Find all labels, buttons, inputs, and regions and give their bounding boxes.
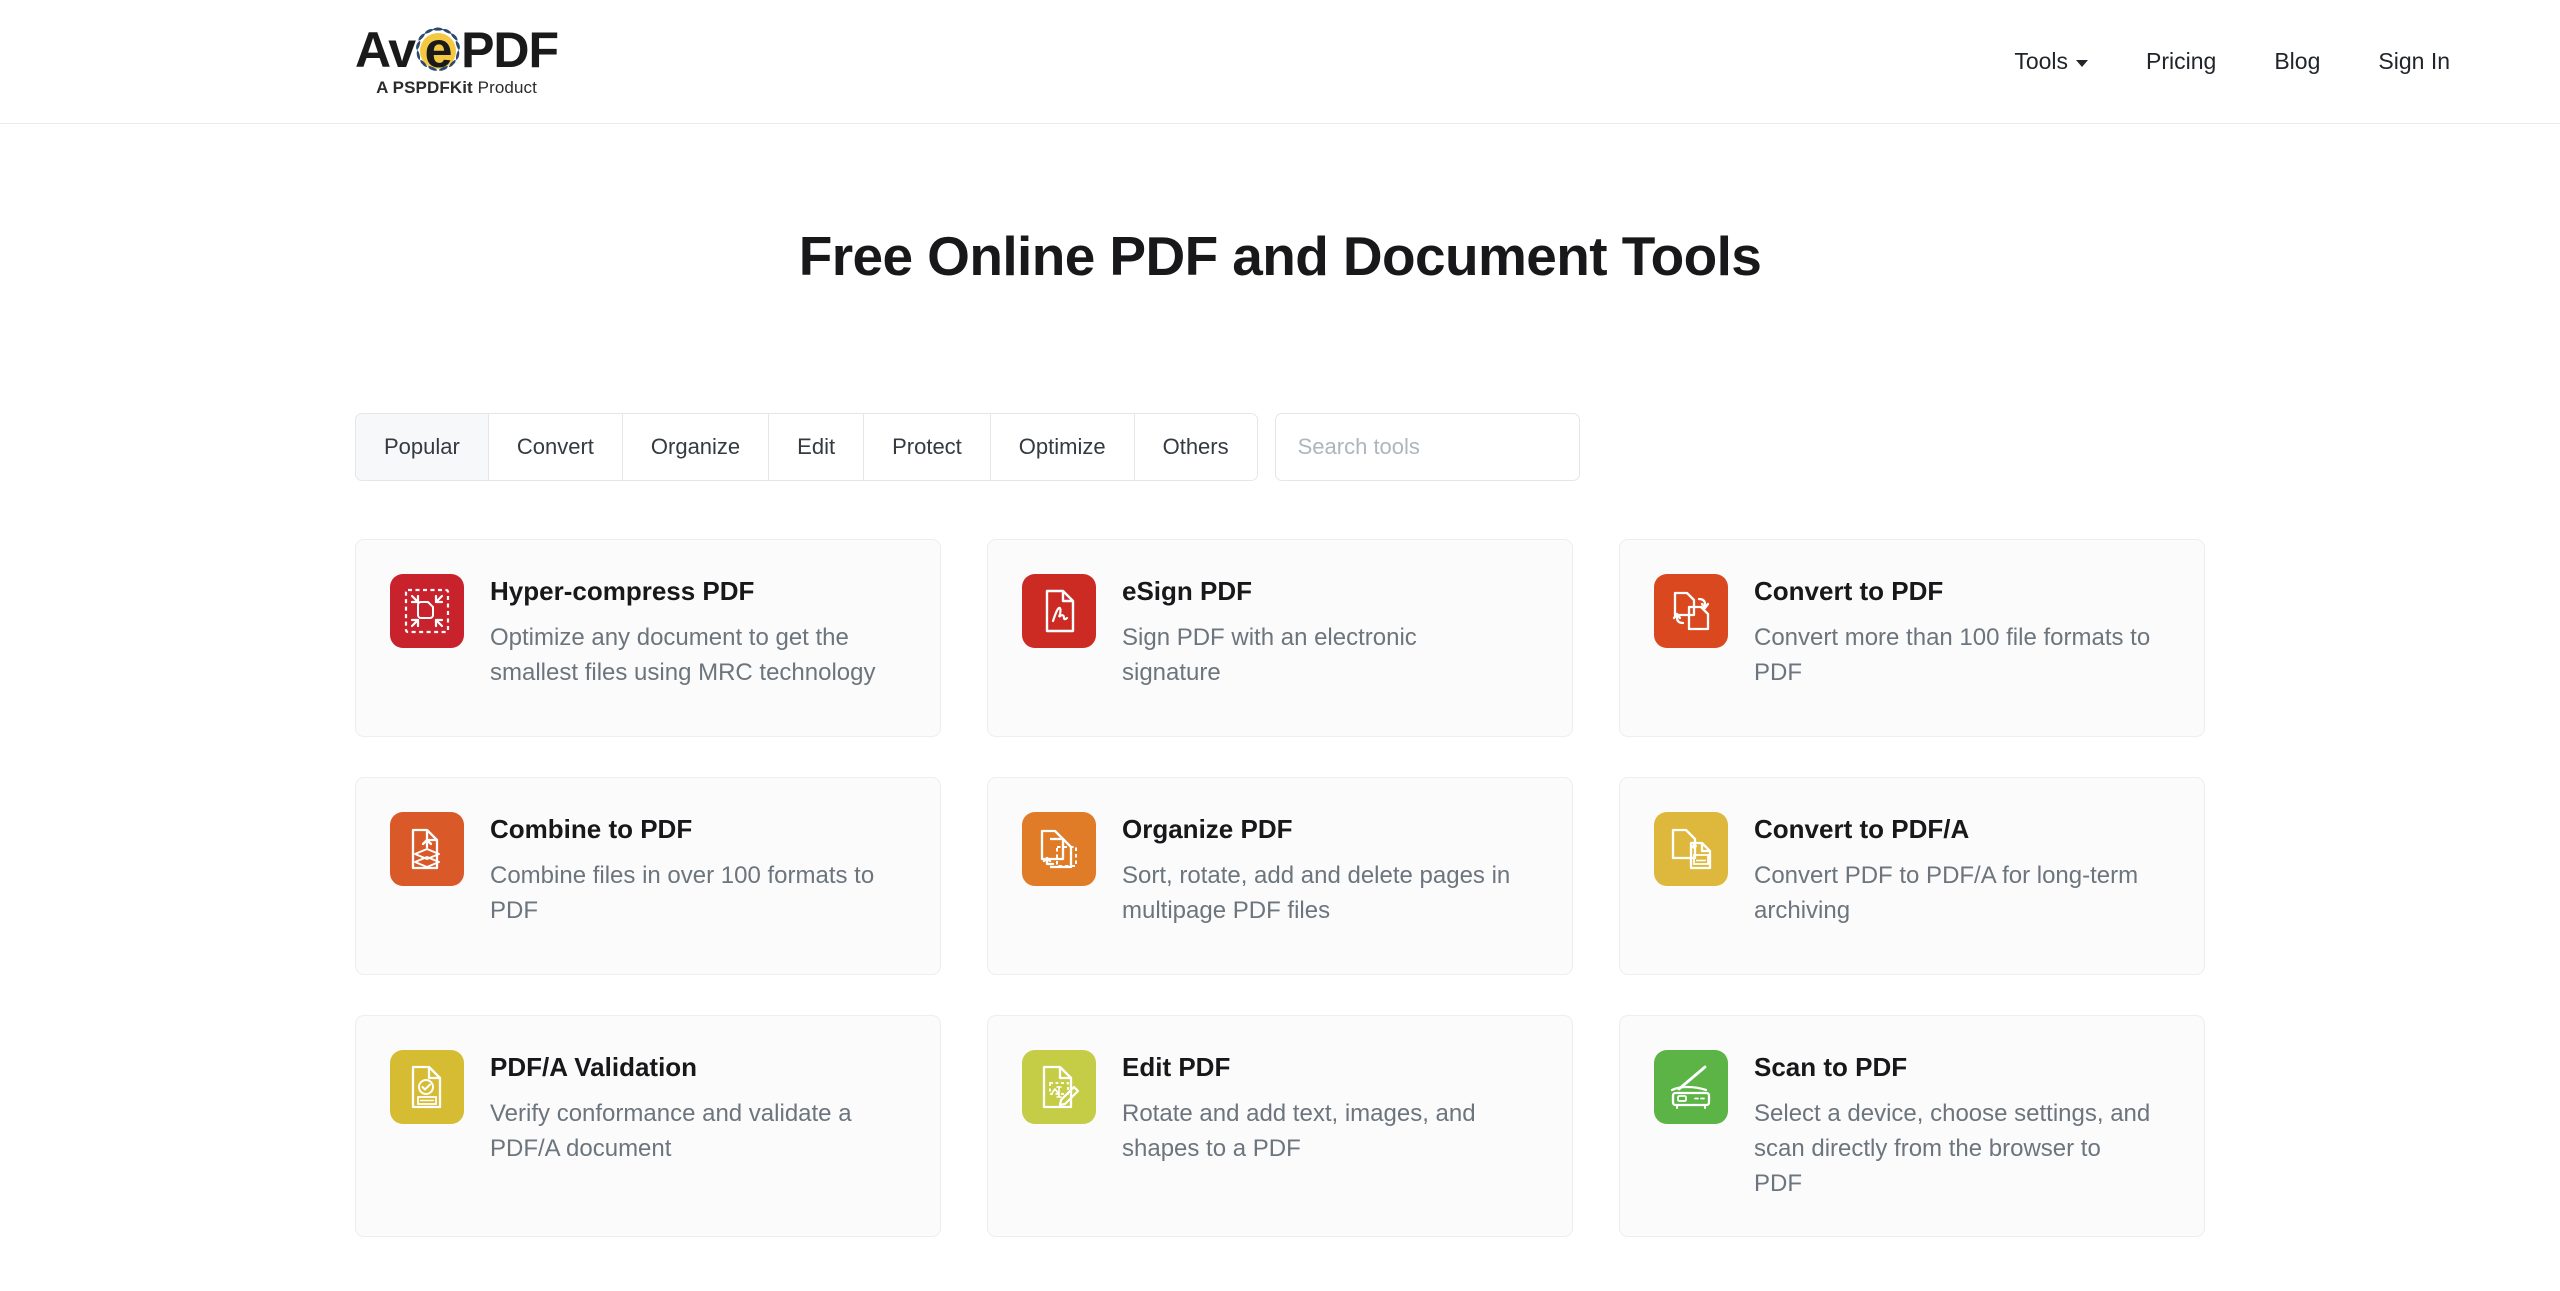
tab-convert[interactable]: Convert [489, 414, 623, 480]
brand-sun-e-icon: e [414, 26, 462, 74]
tool-text: eSign PDF Sign PDF with an electronic si… [1122, 574, 1522, 691]
tool-description: Optimize any document to get the smalles… [490, 621, 890, 691]
brand-tagline-light: Product [473, 78, 537, 97]
brand-word-pre: Av [355, 25, 415, 75]
pdfa-validation-icon [390, 1050, 464, 1124]
tab-organize[interactable]: Organize [623, 414, 769, 480]
tool-card-convert-to-pdf[interactable]: Convert to PDF Convert more than 100 fil… [1619, 539, 2205, 737]
tools-tab-group: Popular Convert Organize Edit Protect Op… [355, 413, 1258, 481]
tab-others[interactable]: Others [1135, 414, 1257, 480]
convert-to-pdfa-icon [1654, 812, 1728, 886]
main-content: Free Online PDF and Document Tools Popul… [0, 224, 2560, 1237]
tool-description: Rotate and add text, images, and shapes … [1122, 1097, 1522, 1167]
tool-card-scan-to-pdf[interactable]: Scan to PDF Select a device, choose sett… [1619, 1015, 2205, 1237]
combine-to-pdf-icon [390, 812, 464, 886]
nav-item-tools-label: Tools [2014, 48, 2068, 75]
tab-optimize[interactable]: Optimize [991, 414, 1135, 480]
tool-description: Convert PDF to PDF/A for long-term archi… [1754, 859, 2154, 929]
scan-to-pdf-icon [1654, 1050, 1728, 1124]
tool-title: eSign PDF [1122, 576, 1522, 607]
tab-popular[interactable]: Popular [356, 414, 489, 480]
site-header: Av [0, 0, 2560, 124]
edit-pdf-icon [1022, 1050, 1096, 1124]
tool-description: Sort, rotate, add and delete pages in mu… [1122, 859, 1522, 929]
tool-text: PDF/A Validation Verify conformance and … [490, 1050, 890, 1167]
page-title: Free Online PDF and Document Tools [355, 224, 2205, 288]
brand-tagline-bold: A PSPDFKit [376, 78, 473, 97]
tool-description: Combine files in over 100 formats to PDF [490, 859, 890, 929]
tool-card-combine-to-pdf[interactable]: Combine to PDF Combine files in over 100… [355, 777, 941, 975]
tool-title: Organize PDF [1122, 814, 1522, 845]
tool-card-hyper-compress-pdf[interactable]: Hyper-compress PDF Optimize any document… [355, 539, 941, 737]
tool-text: Scan to PDF Select a device, choose sett… [1754, 1050, 2154, 1202]
search-input[interactable] [1275, 413, 1580, 481]
tools-card-grid: Hyper-compress PDF Optimize any document… [355, 539, 2205, 1237]
tool-description: Sign PDF with an electronic signature [1122, 621, 1522, 691]
brand-wordmark: Av [355, 25, 558, 75]
tool-card-organize-pdf[interactable]: Organize PDF Sort, rotate, add and delet… [987, 777, 1573, 975]
tool-text: Convert to PDF/A Convert PDF to PDF/A fo… [1754, 812, 2154, 929]
brand-word-e: e [425, 25, 452, 75]
tool-text: Edit PDF Rotate and add text, images, an… [1122, 1050, 1522, 1167]
signature-pdf-icon [1022, 574, 1096, 648]
tool-title: Convert to PDF [1754, 576, 2154, 607]
tool-title: Scan to PDF [1754, 1052, 2154, 1083]
tool-text: Convert to PDF Convert more than 100 fil… [1754, 574, 2154, 691]
brand-tagline: A PSPDFKit Product [376, 78, 537, 98]
tool-card-edit-pdf[interactable]: Edit PDF Rotate and add text, images, an… [987, 1015, 1573, 1237]
tool-description: Select a device, choose settings, and sc… [1754, 1097, 2154, 1201]
main-navigation: Tools Pricing Blog Sign In [2014, 48, 2450, 75]
tab-edit[interactable]: Edit [769, 414, 864, 480]
nav-item-sign-in[interactable]: Sign In [2378, 48, 2450, 75]
tool-title: Convert to PDF/A [1754, 814, 2154, 845]
tool-title: Combine to PDF [490, 814, 890, 845]
convert-to-pdf-icon [1654, 574, 1728, 648]
tools-filter-row: Popular Convert Organize Edit Protect Op… [355, 413, 2205, 481]
brand-logo[interactable]: Av [355, 25, 558, 98]
tool-card-esign-pdf[interactable]: eSign PDF Sign PDF with an electronic si… [987, 539, 1573, 737]
tool-title: Hyper-compress PDF [490, 576, 890, 607]
chevron-down-icon [2076, 60, 2088, 67]
tool-description: Convert more than 100 file formats to PD… [1754, 621, 2154, 691]
brand-word-post: PDF [461, 25, 558, 75]
nav-item-pricing[interactable]: Pricing [2146, 48, 2216, 75]
tool-text: Combine to PDF Combine files in over 100… [490, 812, 890, 929]
tool-title: Edit PDF [1122, 1052, 1522, 1083]
tool-title: PDF/A Validation [490, 1052, 890, 1083]
nav-item-tools[interactable]: Tools [2014, 48, 2088, 75]
tool-card-convert-to-pdfa[interactable]: Convert to PDF/A Convert PDF to PDF/A fo… [1619, 777, 2205, 975]
nav-item-blog[interactable]: Blog [2274, 48, 2320, 75]
tool-text: Hyper-compress PDF Optimize any document… [490, 574, 890, 691]
tool-text: Organize PDF Sort, rotate, add and delet… [1122, 812, 1522, 929]
tool-card-pdfa-validation[interactable]: PDF/A Validation Verify conformance and … [355, 1015, 941, 1237]
organize-pdf-icon [1022, 812, 1096, 886]
compress-pdf-icon [390, 574, 464, 648]
tab-protect[interactable]: Protect [864, 414, 991, 480]
tool-description: Verify conformance and validate a PDF/A … [490, 1097, 890, 1167]
